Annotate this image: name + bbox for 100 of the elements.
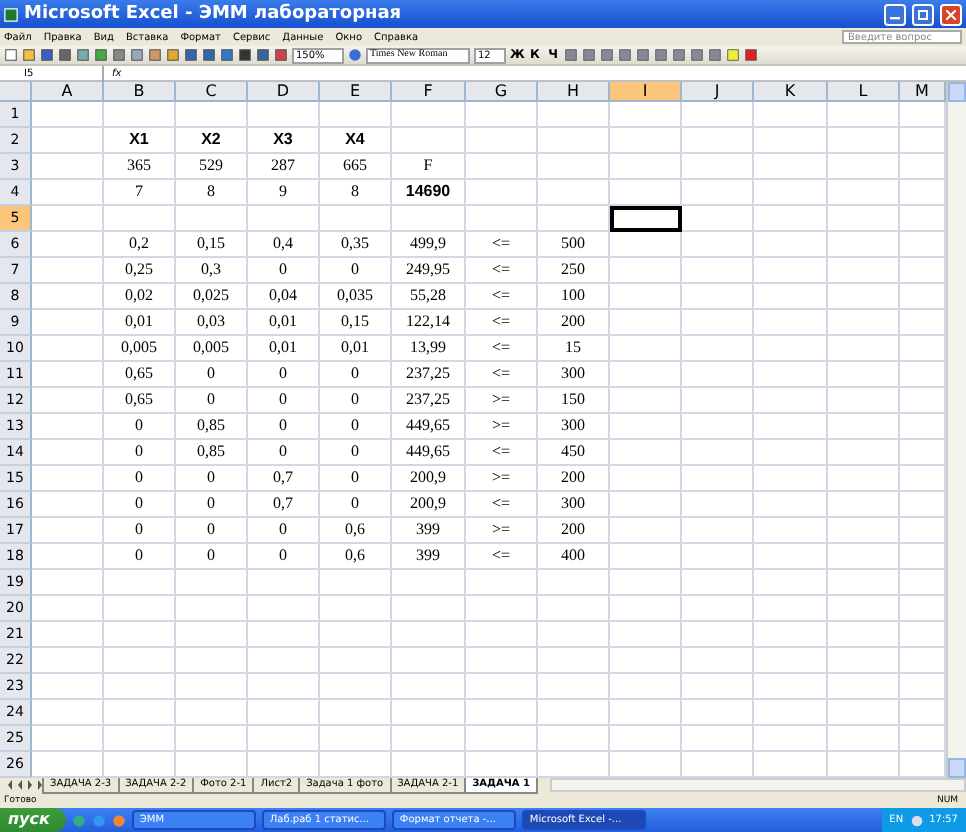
table-cell[interactable]: [320, 206, 392, 232]
table-cell[interactable]: 399: [392, 518, 466, 544]
table-cell[interactable]: <=: [466, 232, 538, 258]
table-cell[interactable]: 7: [104, 180, 176, 206]
table-cell[interactable]: [828, 622, 900, 648]
table-cell[interactable]: 0,01: [248, 336, 320, 362]
table-cell[interactable]: 0,7: [248, 466, 320, 492]
table-cell[interactable]: <=: [466, 544, 538, 570]
table-cell[interactable]: [610, 414, 682, 440]
table-cell[interactable]: [754, 570, 828, 596]
table-cell[interactable]: [32, 648, 104, 674]
table-cell[interactable]: [538, 102, 610, 128]
table-cell[interactable]: [828, 570, 900, 596]
table-cell[interactable]: [682, 388, 754, 414]
table-cell[interactable]: [392, 700, 466, 726]
table-cell[interactable]: [538, 128, 610, 154]
table-cell[interactable]: [828, 492, 900, 518]
table-cell[interactable]: [828, 310, 900, 336]
table-cell[interactable]: >=: [466, 388, 538, 414]
table-cell[interactable]: 0,65: [104, 362, 176, 388]
table-cell[interactable]: 0: [248, 440, 320, 466]
table-cell[interactable]: [754, 492, 828, 518]
table-cell[interactable]: [466, 726, 538, 752]
table-cell[interactable]: [32, 206, 104, 232]
table-cell[interactable]: [32, 596, 104, 622]
column-header[interactable]: I: [610, 82, 682, 102]
table-cell[interactable]: [610, 440, 682, 466]
column-header[interactable]: M: [900, 82, 946, 102]
table-cell[interactable]: [828, 518, 900, 544]
table-cell[interactable]: [828, 414, 900, 440]
table-cell[interactable]: [682, 674, 754, 700]
table-cell[interactable]: 0,03: [176, 310, 248, 336]
table-cell[interactable]: 0,65: [104, 388, 176, 414]
table-cell[interactable]: [682, 414, 754, 440]
table-cell[interactable]: 0: [320, 440, 392, 466]
table-cell[interactable]: [754, 388, 828, 414]
table-cell[interactable]: [610, 726, 682, 752]
table-cell[interactable]: [32, 128, 104, 154]
table-cell[interactable]: [392, 102, 466, 128]
column-header[interactable]: F: [392, 82, 466, 102]
table-cell[interactable]: 0,01: [104, 310, 176, 336]
table-cell[interactable]: [32, 258, 104, 284]
table-cell[interactable]: [828, 544, 900, 570]
table-cell[interactable]: [320, 700, 392, 726]
select-all-corner[interactable]: [0, 82, 32, 102]
table-cell[interactable]: [176, 206, 248, 232]
table-cell[interactable]: [392, 206, 466, 232]
table-cell[interactable]: [610, 674, 682, 700]
table-cell[interactable]: X4: [320, 128, 392, 154]
table-cell[interactable]: [392, 128, 466, 154]
table-cell[interactable]: 8: [320, 180, 392, 206]
table-cell[interactable]: 529: [176, 154, 248, 180]
table-cell[interactable]: 0: [248, 518, 320, 544]
table-cell[interactable]: 0: [320, 492, 392, 518]
table-cell[interactable]: [682, 232, 754, 258]
table-cell[interactable]: 0: [176, 492, 248, 518]
table-cell[interactable]: [538, 596, 610, 622]
table-cell[interactable]: [104, 206, 176, 232]
table-cell[interactable]: [828, 596, 900, 622]
table-cell[interactable]: <=: [466, 310, 538, 336]
table-cell[interactable]: [466, 674, 538, 700]
table-cell[interactable]: 449,65: [392, 440, 466, 466]
table-cell[interactable]: [176, 570, 248, 596]
table-cell[interactable]: [248, 622, 320, 648]
table-cell[interactable]: 0,3: [176, 258, 248, 284]
table-cell[interactable]: [610, 622, 682, 648]
table-cell[interactable]: [682, 492, 754, 518]
table-cell[interactable]: [682, 180, 754, 206]
table-cell[interactable]: 0: [104, 492, 176, 518]
table-cell[interactable]: 499,9: [392, 232, 466, 258]
table-cell[interactable]: [610, 180, 682, 206]
table-cell[interactable]: 0: [104, 466, 176, 492]
table-cell[interactable]: [610, 518, 682, 544]
column-header[interactable]: E: [320, 82, 392, 102]
table-cell[interactable]: X1: [104, 128, 176, 154]
table-cell[interactable]: 0,6: [320, 518, 392, 544]
table-cell[interactable]: [828, 674, 900, 700]
table-cell[interactable]: [538, 180, 610, 206]
table-cell[interactable]: 287: [248, 154, 320, 180]
table-cell[interactable]: [828, 388, 900, 414]
table-cell[interactable]: [104, 648, 176, 674]
table-cell[interactable]: [754, 258, 828, 284]
vertical-scrollbar[interactable]: [946, 82, 966, 778]
table-cell[interactable]: [466, 648, 538, 674]
table-cell[interactable]: 399: [392, 544, 466, 570]
table-cell[interactable]: [320, 622, 392, 648]
table-cell[interactable]: 249,95: [392, 258, 466, 284]
table-cell[interactable]: 0: [176, 518, 248, 544]
table-cell[interactable]: [176, 102, 248, 128]
table-cell[interactable]: [176, 596, 248, 622]
table-cell[interactable]: 0,15: [176, 232, 248, 258]
table-cell[interactable]: [682, 466, 754, 492]
table-cell[interactable]: [682, 440, 754, 466]
table-cell[interactable]: [754, 336, 828, 362]
table-cell[interactable]: [32, 622, 104, 648]
table-cell[interactable]: [828, 258, 900, 284]
table-cell[interactable]: [610, 570, 682, 596]
table-cell[interactable]: 0: [176, 362, 248, 388]
table-cell[interactable]: [682, 336, 754, 362]
table-cell[interactable]: [682, 596, 754, 622]
